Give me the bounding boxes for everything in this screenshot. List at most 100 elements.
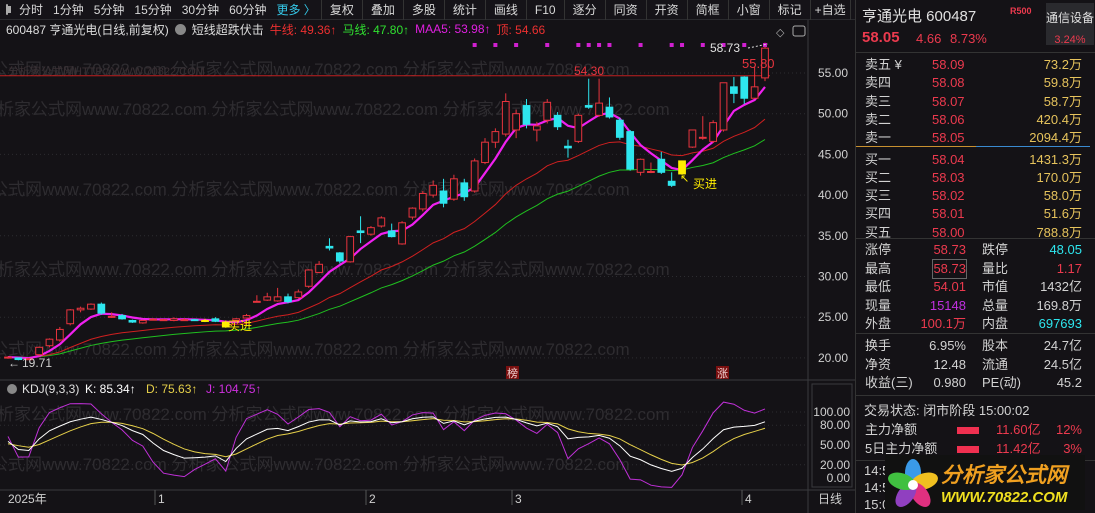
price-axis-label: 55.00 bbox=[818, 66, 848, 80]
stat-row: 换手 6.95% 股本 24.7亿 bbox=[856, 337, 1088, 355]
level-price: 58.09 bbox=[932, 57, 965, 72]
candle bbox=[647, 162, 655, 174]
stat-value: 100.1万 bbox=[920, 316, 966, 331]
toolbar-button-3[interactable]: 统计 bbox=[443, 0, 485, 20]
timeframe-tab-5[interactable]: 60分钟 bbox=[224, 0, 271, 20]
quote-panel: 亨通光电 600487 R500 通信设备 3.24% 58.05 4.66 8… bbox=[855, 0, 1095, 513]
stat-label: 涨停 bbox=[865, 242, 892, 257]
candle-body bbox=[688, 129, 697, 148]
candle-body bbox=[481, 141, 489, 164]
candle-body bbox=[647, 170, 655, 173]
timeframe-tab-2[interactable]: 5分钟 bbox=[89, 0, 130, 20]
top-marker bbox=[742, 43, 747, 47]
candle-body bbox=[138, 319, 147, 324]
time-axis-label: 1 bbox=[158, 492, 165, 506]
toolbar-button-9[interactable]: 简框 bbox=[686, 0, 728, 20]
level-price: 58.08 bbox=[932, 75, 965, 91]
kdj-axis-label: 20.00 bbox=[820, 458, 850, 472]
kline-chart[interactable]: 分析家公式网www.70822.com 分析家公式网www.70822.com … bbox=[0, 0, 855, 513]
toolbar-button-6[interactable]: 逐分 bbox=[563, 0, 605, 20]
top-marker bbox=[545, 43, 550, 47]
quote-name: 亨通光电 600487 bbox=[862, 8, 977, 25]
stat-value: 1432亿 bbox=[1040, 279, 1082, 294]
candle-body bbox=[574, 114, 583, 142]
candle bbox=[284, 293, 292, 304]
candle-body bbox=[512, 113, 520, 131]
toolbar-button-7[interactable]: 同资 bbox=[604, 0, 646, 20]
indicator-dropdown-icon[interactable] bbox=[174, 23, 186, 35]
timeframe-tab-4[interactable]: 30分钟 bbox=[177, 0, 224, 20]
toolbar-button-12[interactable]: +自选 bbox=[809, 0, 850, 20]
stat-value: 58.73 bbox=[932, 258, 967, 279]
toolbar-button-4[interactable]: 画线 bbox=[484, 0, 526, 20]
toolbar-button-2[interactable]: 多股 bbox=[402, 0, 444, 20]
stat-value: 697693 bbox=[1038, 316, 1082, 331]
candle-body bbox=[128, 319, 137, 323]
kdj-name: KDJ(9,3,3) bbox=[22, 382, 79, 396]
candle-body bbox=[367, 227, 375, 235]
price-axis-label: 30.00 bbox=[818, 270, 848, 284]
kdj-axis-label: 50.00 bbox=[820, 438, 850, 452]
candle bbox=[387, 223, 396, 238]
timeframe-tab-3[interactable]: 15分钟 bbox=[129, 0, 176, 20]
logo-cn: 分析家公式网 bbox=[941, 464, 1067, 487]
candle-body bbox=[356, 230, 365, 234]
close-price-label: 55.80 bbox=[742, 56, 775, 71]
toolbar-button-11[interactable]: 标记 bbox=[768, 0, 810, 20]
kdj-k-value: K: 85.34↑ bbox=[85, 382, 136, 396]
toolbar-button-1[interactable]: 叠加 bbox=[361, 0, 403, 20]
stat-label: 量比 bbox=[982, 260, 1009, 276]
candle-body bbox=[118, 315, 126, 320]
top-marker bbox=[669, 43, 674, 47]
stat-label: 最高 bbox=[865, 260, 892, 276]
candle bbox=[35, 346, 43, 357]
flow-pct: 12% bbox=[1055, 422, 1082, 437]
stat-row: 净资 12.48 流通 24.5亿 bbox=[856, 356, 1088, 374]
candle-body bbox=[553, 114, 562, 128]
candle-body bbox=[55, 328, 64, 341]
toolbar-button-0[interactable]: 复权 bbox=[320, 0, 362, 20]
candle-body bbox=[605, 106, 614, 118]
level-volume: 420.4万 bbox=[1036, 111, 1082, 127]
candle bbox=[730, 77, 738, 104]
level-volume: 51.6万 bbox=[1043, 206, 1082, 222]
candle-body bbox=[408, 207, 417, 218]
kdj-j-value: J: 104.75↑ bbox=[206, 382, 261, 396]
period-label[interactable]: 日线 bbox=[818, 492, 842, 506]
level-volume: 73.2万 bbox=[1043, 57, 1082, 72]
toolbar-button-8[interactable]: 开资 bbox=[645, 0, 687, 20]
trade-status: 交易状态: 闭市阶段 15:00:02 bbox=[864, 403, 1030, 418]
timeframe-tab-0[interactable]: 分时 bbox=[14, 0, 48, 20]
watermark-text: 分析家公式网www.70822.com 分析家公式网www.70822.com … bbox=[0, 340, 630, 359]
toolbar-button-5[interactable]: F10 bbox=[525, 0, 564, 20]
last-price: 58.05 bbox=[862, 29, 900, 46]
sector-box[interactable]: 通信设备 3.24% bbox=[1046, 3, 1094, 46]
candle bbox=[657, 151, 666, 174]
candle-body bbox=[315, 263, 323, 273]
candle-body bbox=[242, 315, 251, 319]
kdj-axis-label: 0.00 bbox=[827, 471, 851, 485]
stat-value: 54.01 bbox=[933, 279, 966, 294]
indicator-name[interactable]: 短线超跌伏击 bbox=[192, 21, 264, 38]
watermark-text: 分析家公式网www.70822.com 分析家公式网www.70822.com … bbox=[0, 455, 630, 474]
candle-body bbox=[398, 222, 406, 245]
stat-value: 24.5亿 bbox=[1043, 356, 1082, 372]
candle-body bbox=[87, 303, 95, 310]
candle bbox=[398, 221, 406, 245]
candle bbox=[719, 82, 728, 132]
candle bbox=[470, 158, 479, 193]
candle-body bbox=[460, 182, 469, 198]
level-price: 58.03 bbox=[932, 169, 965, 185]
toolbar-button-10[interactable]: 小窗 bbox=[727, 0, 769, 20]
candle bbox=[750, 66, 759, 100]
candle bbox=[626, 129, 635, 171]
stat-value: 15148 bbox=[929, 297, 966, 313]
more-timeframes-button[interactable]: 更多 〉 bbox=[271, 0, 320, 20]
candle-body bbox=[667, 180, 676, 186]
level-label: 卖三 bbox=[865, 93, 892, 109]
candle-body bbox=[35, 346, 43, 356]
stat-label: 跌停 bbox=[982, 242, 1009, 257]
sidebar-toggle-icon[interactable] bbox=[6, 4, 11, 15]
timeframe-tab-1[interactable]: 1分钟 bbox=[48, 0, 89, 20]
kdj-dropdown-icon[interactable] bbox=[7, 384, 17, 394]
